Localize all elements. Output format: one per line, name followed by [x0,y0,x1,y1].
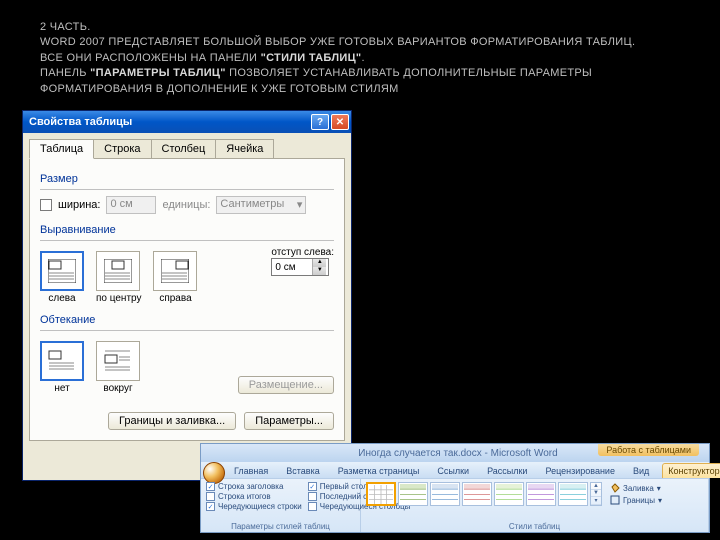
width-label: ширина: [58,199,100,211]
width-input[interactable]: 0 см [106,196,156,214]
table-style-icon [464,484,490,505]
indent-down[interactable]: ▼ [312,267,326,275]
slide-line-4: ПАНЕЛЬ "ПАРАМЕТРЫ ТАБЛИЦ" ПОЗВОЛЯЕТ УСТА… [40,66,680,81]
wrap-none-button[interactable] [40,341,84,381]
tab-insert[interactable]: Вставка [281,464,324,478]
check-header-row[interactable]: ✓ [206,482,215,491]
dialog-titlebar[interactable]: Свойства таблицы ? ✕ [23,111,351,133]
unit-label: единицы: [162,199,210,211]
wrap-group-title: Обтекание [40,314,334,326]
placement-button[interactable]: Размещение... [238,376,334,394]
unit-select[interactable]: Сантиметры [216,196,306,214]
tab-view[interactable]: Вид [628,464,654,478]
slide-line-5: ФОРМАТИРОВАНИЯ В ДОПОЛНЕНИЕ К УЖЕ ГОТОВЫ… [40,82,680,97]
table-style-3[interactable] [430,482,460,506]
tab-home[interactable]: Главная [229,464,273,478]
align-left-label: слева [40,293,84,304]
wrap-none-icon [48,349,76,373]
wrap-around-button[interactable] [96,341,140,381]
table-style-7[interactable] [558,482,588,506]
dialog-title: Свойства таблицы [29,116,309,128]
ribbon-tabs: Главная Вставка Разметка страницы Ссылки… [201,462,709,478]
table-style-icon [528,484,554,505]
table-style-icon [369,485,393,504]
indent-up[interactable]: ▲ [312,259,326,267]
close-button[interactable]: ✕ [331,114,349,130]
alignment-group-title: Выравнивание [40,224,334,236]
table-style-icon [560,484,586,505]
table-options-group-label: Параметры стилей таблиц [206,522,355,531]
slide-line-1: 2 ЧАСТЬ. [40,20,680,35]
align-center-button[interactable] [96,251,140,291]
tab-review[interactable]: Рецензирование [540,464,620,478]
help-button[interactable]: ? [311,114,329,130]
table-style-6[interactable] [526,482,556,506]
tab-mailings[interactable]: Рассылки [482,464,532,478]
align-left-icon [48,259,76,283]
parameters-button[interactable]: Параметры... [244,412,334,430]
check-total-row[interactable] [206,492,215,501]
check-banded-rows[interactable]: ✓ [206,502,215,511]
check-last-col[interactable] [308,492,317,501]
align-right-button[interactable] [153,251,197,291]
table-style-4[interactable] [462,482,492,506]
fill-icon [610,483,620,493]
table-styles-group: ▲▼▾ Заливка ▾ Границы ▾ Стили таблиц [361,479,709,532]
check-banded-cols[interactable] [308,502,317,511]
wrap-around-icon [104,349,132,373]
border-icon [610,495,620,505]
check-first-col[interactable]: ✓ [308,482,317,491]
slide-line-3: ВСЕ ОНИ РАСПОЛОЖЕНЫ НА ПАНЕЛИ "СТИЛИ ТАБ… [40,51,680,66]
tab-references[interactable]: Ссылки [432,464,474,478]
table-style-2[interactable] [398,482,428,506]
tab-cell[interactable]: Ячейка [215,139,274,159]
slide-line-2: WORD 2007 ПРЕДСТАВЛЯЕТ БОЛЬШОЙ ВЫБОР УЖЕ… [40,35,680,50]
tab-column[interactable]: Столбец [151,139,217,159]
align-left-button[interactable] [40,251,84,291]
dialog-tabs: Таблица Строка Столбец Ячейка [23,133,351,159]
align-center-icon [104,259,132,283]
align-right-label: справа [153,293,197,304]
indent-spinner[interactable]: ▲ ▼ [271,258,329,276]
table-style-gallery[interactable]: ▲▼▾ [366,482,602,506]
indent-label: отступ слева: [271,247,334,258]
table-styles-group-label: Стили таблиц [366,522,703,531]
context-tab-label: Работа с таблицами [598,444,699,456]
table-style-icon [400,484,426,505]
shading-button[interactable]: Заливка ▾ [610,483,662,493]
table-properties-dialog: Свойства таблицы ? ✕ Таблица Строка Стол… [22,110,352,481]
word-ribbon: Иногда случается так.docx - Microsoft Wo… [200,443,710,533]
table-style-1[interactable] [366,482,396,506]
table-style-icon [432,484,458,505]
align-center-label: по центру [96,293,141,304]
width-checkbox[interactable] [40,199,52,211]
wrap-none-label: нет [40,383,84,394]
tab-design[interactable]: Конструктор [662,463,720,478]
tab-table[interactable]: Таблица [29,139,94,159]
align-right-icon [161,259,189,283]
tab-row[interactable]: Строка [93,139,151,159]
gallery-scroll[interactable]: ▲▼▾ [590,482,602,506]
tab-page-layout[interactable]: Разметка страницы [333,464,425,478]
wrap-around-label: вокруг [96,383,140,394]
indent-input[interactable] [272,259,312,275]
size-group-title: Размер [40,173,334,185]
borders-fill-button[interactable]: Границы и заливка... [108,412,236,430]
slide-description: 2 ЧАСТЬ. WORD 2007 ПРЕДСТАВЛЯЕТ БОЛЬШОЙ … [0,0,720,107]
borders-button[interactable]: Границы ▾ [610,495,662,505]
tab-content: Размер ширина: 0 см единицы: Сантиметры … [29,158,345,441]
table-style-options-group: ✓Строка заголовка Строка итогов ✓Чередую… [201,479,361,532]
table-style-5[interactable] [494,482,524,506]
table-style-icon [496,484,522,505]
